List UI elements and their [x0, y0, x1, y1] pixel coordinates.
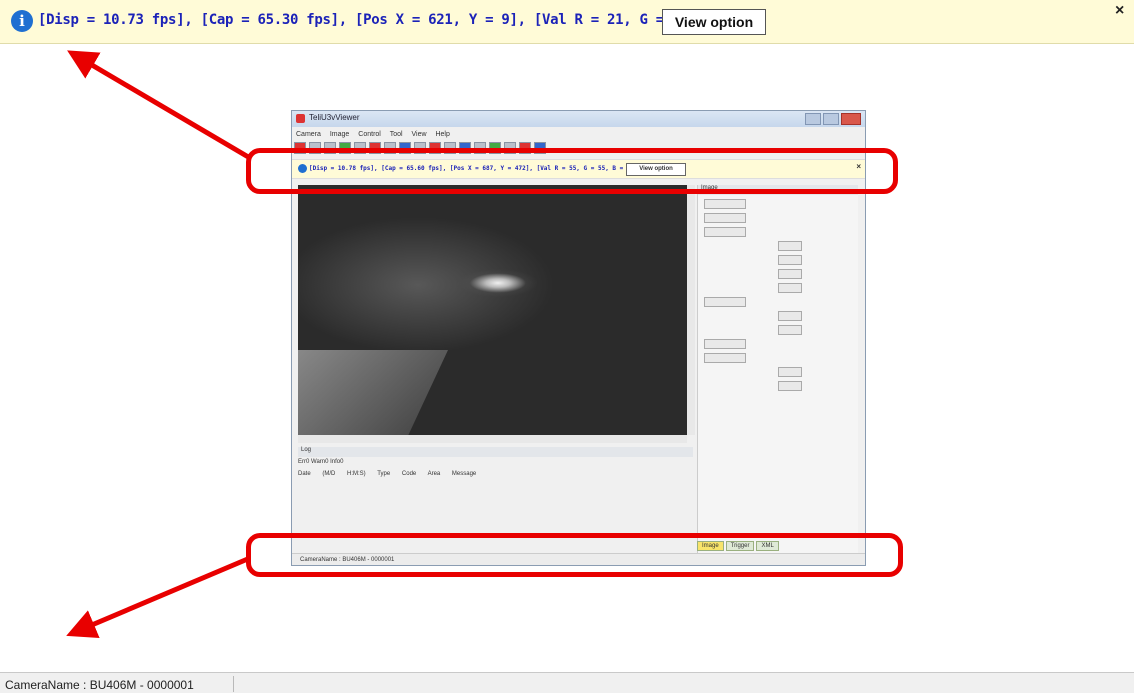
highlight-box-status-bar	[246, 533, 903, 577]
log-filter-tabs[interactable]: Err0 Warn0 Info0	[298, 459, 343, 465]
menu-help[interactable]: Help	[435, 131, 449, 138]
status-divider	[233, 676, 234, 692]
settings-field[interactable]	[778, 325, 802, 335]
info-bar: i [Disp = 10.73 fps], [Cap = 65.30 fps],…	[0, 0, 1134, 44]
settings-field[interactable]	[778, 241, 802, 251]
settings-field[interactable]	[704, 297, 746, 307]
window-close-icon[interactable]	[841, 113, 861, 125]
log-panel-title: Log	[298, 447, 693, 457]
log-columns: Date (M/D H:M:S) Type Code Area Message	[298, 471, 477, 477]
image-horizontal-scrollbar[interactable]	[298, 435, 687, 443]
camera-name-label: CameraName : BU406M - 0000001	[5, 678, 194, 692]
maximize-icon[interactable]	[823, 113, 839, 125]
settings-field[interactable]	[704, 339, 746, 349]
arrow-to-info-bar	[67, 50, 252, 161]
settings-field[interactable]	[778, 269, 802, 279]
menu-control[interactable]: Control	[358, 131, 381, 138]
menu-camera[interactable]: Camera	[296, 131, 321, 138]
app-icon	[296, 114, 305, 123]
window-controls	[805, 113, 861, 125]
image-vertical-scrollbar[interactable]	[687, 185, 695, 435]
info-icon: i	[11, 10, 33, 32]
view-option-button[interactable]: View option	[662, 9, 766, 35]
thumb-menu-bar: Camera Image Control Tool View Help	[296, 131, 457, 138]
thumb-title-bar: TeliU3vViewer	[292, 111, 865, 127]
thumb-window-title: TeliU3vViewer	[309, 113, 360, 122]
settings-field[interactable]	[704, 227, 746, 237]
settings-field[interactable]	[704, 199, 746, 209]
highlight-box-info-bar	[246, 148, 898, 194]
settings-field[interactable]	[704, 213, 746, 223]
settings-field[interactable]	[778, 311, 802, 321]
info-text: [Disp = 10.73 fps], [Cap = 65.30 fps], […	[38, 12, 762, 28]
menu-view[interactable]: View	[411, 131, 426, 138]
camera-image-view[interactable]	[298, 185, 687, 435]
image-floor-region	[298, 350, 448, 435]
settings-field[interactable]	[704, 353, 746, 363]
status-bar: CameraName : BU406M - 0000001	[0, 672, 1134, 693]
menu-tool[interactable]: Tool	[390, 131, 403, 138]
settings-field[interactable]	[778, 283, 802, 293]
settings-field[interactable]	[778, 381, 802, 391]
settings-field[interactable]	[778, 367, 802, 377]
arrow-to-status-bar	[66, 555, 251, 638]
close-icon[interactable]: ×	[1115, 2, 1124, 20]
menu-image[interactable]: Image	[330, 131, 349, 138]
settings-field[interactable]	[778, 255, 802, 265]
minimize-icon[interactable]	[805, 113, 821, 125]
image-settings-panel: Image	[697, 185, 858, 555]
